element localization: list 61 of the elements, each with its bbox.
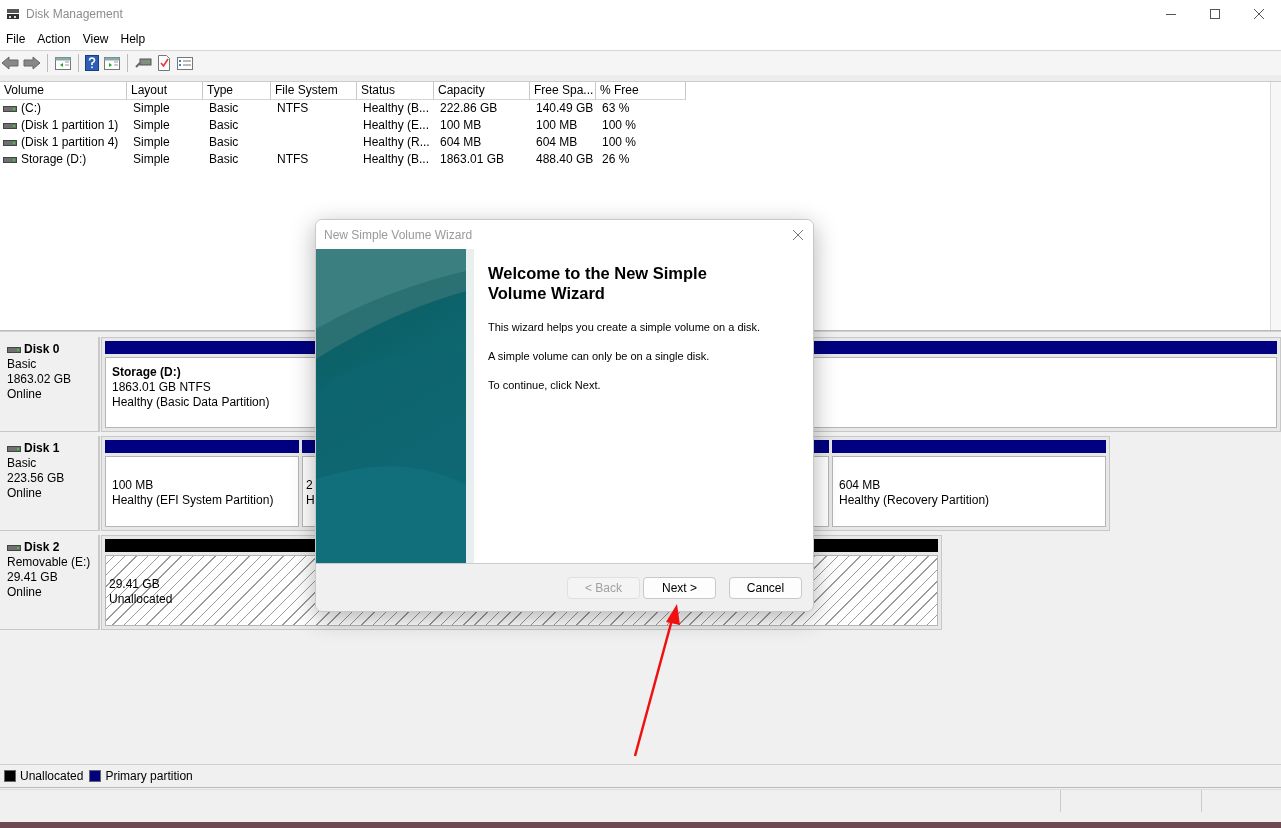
table-cell: (Disk 1 partition 4) (21, 134, 119, 151)
table-cell-text: Basic (208, 134, 240, 151)
legend-label: Unallocated (20, 769, 84, 783)
table-cell-text: Simple (132, 117, 171, 134)
disk-info: Basic (7, 357, 38, 372)
table-cell-text: 63 % (601, 100, 631, 117)
table-cell-text: 100 MB (535, 117, 579, 134)
table-cell: Storage (D:) (21, 151, 87, 168)
table-cell-text: 100 % (601, 134, 638, 151)
partition-info: H (306, 493, 315, 508)
table-cell-text: Basic (208, 151, 240, 168)
disk-name: Disk 0 (24, 342, 60, 357)
dialog-title: New Simple Volume Wizard (324, 227, 474, 242)
table-cell-text: Healthy (R... (362, 134, 431, 151)
table-cell-text: NTFS (276, 151, 310, 168)
table-cell-text: NTFS (276, 100, 310, 117)
disk-info: Online (7, 486, 43, 501)
partition-info: 29.41 GB (109, 577, 160, 592)
disk-name: Disk 1 (24, 441, 60, 456)
wizard-text: To continue, click Next. (488, 378, 602, 392)
partition-info: 1863.01 GB NTFS (112, 380, 211, 395)
table-cell: (C:) (21, 100, 41, 117)
disk-info: Online (7, 387, 43, 402)
table-cell-text: Basic (208, 117, 240, 134)
wizard-heading: Welcome to the New Simple Volume Wizard (488, 263, 708, 303)
table-cell-text: 100 MB (439, 117, 483, 134)
partition-info: Healthy (Basic Data Partition) (112, 395, 270, 410)
table-cell: (Disk 1 partition 1) (21, 117, 119, 134)
table-cell-text: 100 % (601, 117, 638, 134)
table-cell-text: 1863.01 GB (439, 151, 506, 168)
disk-info: 223.56 GB (7, 471, 66, 486)
partition-info: Healthy (EFI System Partition) (112, 493, 274, 508)
legend-label: Primary partition (105, 769, 193, 783)
table-cell-text: Simple (132, 134, 171, 151)
table-cell-text: Healthy (B... (362, 151, 431, 168)
disk-info: Basic (7, 456, 38, 471)
table-cell-text: 604 MB (535, 134, 579, 151)
partition-title: Storage (D:) (112, 365, 181, 380)
disk-name: Disk 2 (24, 540, 60, 555)
partition-info: 100 MB (112, 478, 154, 493)
wizard-text: This wizard helps you create a simple volume on a disk. (488, 320, 761, 334)
table-cell-text: Healthy (B... (362, 100, 431, 117)
wizard-text: A simple volume can only be on a single disk. (488, 349, 711, 363)
disk-info: Removable (E:) (7, 555, 92, 570)
table-cell-text: Basic (208, 100, 240, 117)
disk-info: 1863.02 GB (7, 372, 73, 387)
partition-info: Unallocated (109, 592, 173, 607)
table-cell-text: 140.49 GB (535, 100, 595, 117)
table-cell-text: 488.40 GB (535, 151, 595, 168)
window-title: Disk Management (26, 7, 123, 21)
table-cell-text: Healthy (E... (362, 117, 431, 134)
disk-info: 29.41 GB (7, 570, 59, 585)
partition-info: Healthy (Recovery Partition) (839, 493, 990, 508)
table-cell-text: Simple (132, 151, 171, 168)
partition-info: 2 (306, 478, 313, 493)
table-cell-text: 222.86 GB (439, 100, 499, 117)
table-cell-text: Simple (132, 100, 171, 117)
disk-info: Online (7, 585, 43, 600)
table-cell-text: 26 % (601, 151, 631, 168)
table-cell-text: 604 MB (439, 134, 483, 151)
partition-info: 604 MB (839, 478, 881, 493)
